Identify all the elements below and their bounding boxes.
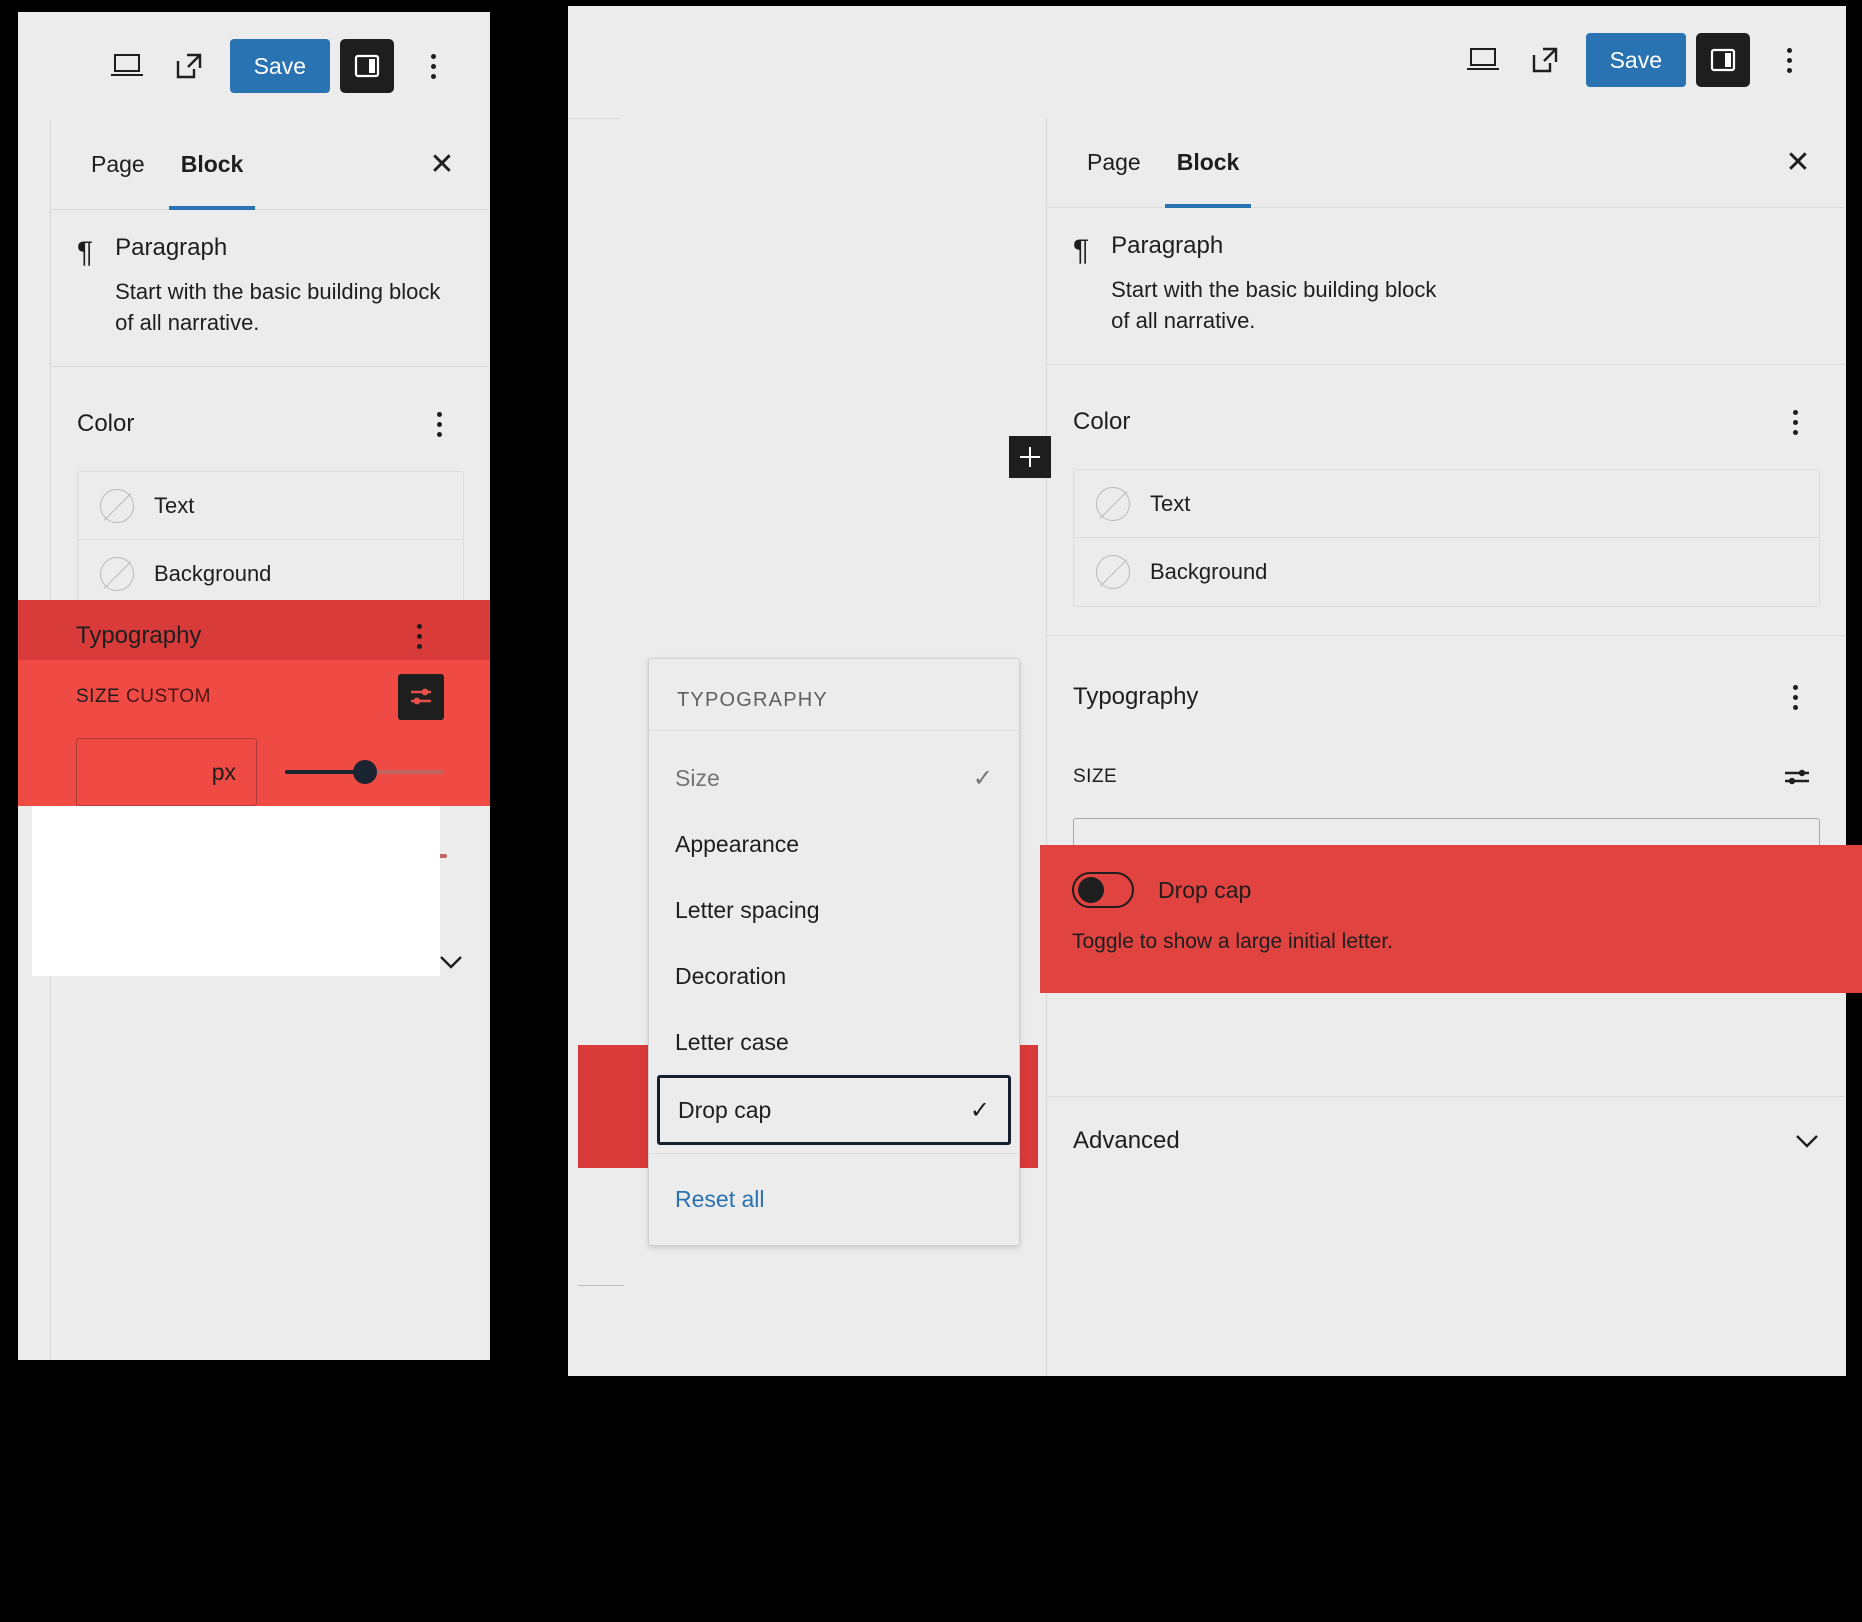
external-link-icon[interactable] xyxy=(1514,29,1576,91)
popover-item-appearance[interactable]: Appearance xyxy=(649,811,1019,877)
color-options-list: Text Background xyxy=(77,471,464,610)
chevron-down-icon xyxy=(1796,1135,1818,1149)
paragraph-pilcrow-icon: ¶ xyxy=(77,236,94,269)
typography-options-kebab-icon[interactable] xyxy=(394,607,444,665)
kebab-menu-icon[interactable] xyxy=(408,37,458,95)
color-section: Color Text Background xyxy=(51,367,490,639)
inspector-tabs: Page Block ✕ xyxy=(1047,118,1846,208)
tab-block[interactable]: Block xyxy=(163,120,262,210)
empty-swatch-icon xyxy=(1096,486,1130,521)
block-summary: ¶ Paragraph Start with the basic buildin… xyxy=(51,210,490,368)
tab-page[interactable]: Page xyxy=(73,120,163,209)
size-label-overlay: SIZE CUSTOM xyxy=(76,686,211,707)
popover-item-size[interactable]: Size ✓ xyxy=(649,745,1019,811)
drop-cap-control: Drop cap Toggle to show a large initial … xyxy=(1072,872,1832,954)
color-row-text[interactable]: Text xyxy=(1074,470,1819,539)
check-icon: ✓ xyxy=(972,764,993,792)
drop-cap-help-text: Toggle to show a large initial letter. xyxy=(1072,930,1394,953)
check-icon: ✓ xyxy=(969,1096,990,1124)
sidebar-toggle-icon[interactable] xyxy=(1696,33,1750,87)
sliders-icon[interactable] xyxy=(398,674,444,720)
inspector-tabs: Page Block ✕ xyxy=(51,120,490,210)
color-row-background[interactable]: Background xyxy=(78,540,463,608)
empty-swatch-icon xyxy=(1096,555,1130,590)
sidebar-toggle-icon[interactable] xyxy=(340,39,394,93)
size-label: SIZE xyxy=(1073,766,1118,788)
drop-cap-label: Drop cap xyxy=(1158,876,1252,903)
color-section-title: Color xyxy=(1073,408,1131,436)
tab-page[interactable]: Page xyxy=(1069,118,1159,207)
typography-title-overlay: Typography xyxy=(76,622,202,649)
typography-options-kebab-icon[interactable] xyxy=(1770,668,1820,726)
block-title: Paragraph xyxy=(1111,232,1224,259)
canvas-edge-line-bottom xyxy=(578,1285,624,1286)
color-row-background[interactable]: Background xyxy=(1074,538,1819,606)
empty-swatch-icon xyxy=(100,557,134,592)
block-title: Paragraph xyxy=(115,234,228,261)
block-description: Start with the basic building block of a… xyxy=(115,279,441,336)
color-section: Color Text Background xyxy=(1047,365,1846,637)
laptop-icon[interactable] xyxy=(1452,29,1514,91)
sliders-icon[interactable] xyxy=(1774,754,1820,800)
left-panel-white-fill xyxy=(32,806,440,976)
typography-section-title: Typography xyxy=(1073,683,1199,711)
popover-title: TYPOGRAPHY xyxy=(677,689,828,711)
tab-block[interactable]: Block xyxy=(1159,118,1258,208)
popover-item-drop-cap[interactable]: Drop cap ✓ xyxy=(657,1075,1011,1145)
color-row-label: Background xyxy=(154,561,272,587)
color-section-title: Color xyxy=(77,410,135,438)
left-toolbar: Save xyxy=(18,12,490,120)
color-row-label: Text xyxy=(1150,490,1191,516)
kebab-menu-icon[interactable] xyxy=(1764,31,1814,89)
font-size-slider[interactable] xyxy=(285,760,444,784)
canvas-edge-line xyxy=(568,118,620,119)
drop-cap-toggle[interactable] xyxy=(1072,872,1134,908)
color-row-label: Text xyxy=(154,492,195,518)
typography-overlay-content: Typography SIZE CUSTOM px xyxy=(50,612,470,806)
color-row-label: Background xyxy=(1150,559,1268,585)
color-options-kebab-icon[interactable] xyxy=(1770,393,1820,451)
right-toolbar: Save xyxy=(568,6,1846,114)
laptop-icon[interactable] xyxy=(96,35,158,97)
chevron-down-icon xyxy=(440,956,462,970)
close-icon[interactable]: ✕ xyxy=(1772,137,1824,189)
save-button[interactable]: Save xyxy=(1585,33,1686,87)
empty-swatch-icon xyxy=(100,488,134,523)
external-link-icon[interactable] xyxy=(158,35,220,97)
typography-tools-popover: TYPOGRAPHY Size ✓ Appearance Letter spac… xyxy=(648,658,1020,1246)
plus-icon[interactable] xyxy=(1009,436,1051,478)
block-summary: ¶ Paragraph Start with the basic buildin… xyxy=(1047,208,1846,366)
right-inspector: Page Block ✕ ¶ Paragraph Start with the … xyxy=(1046,118,1846,1376)
screenshot-root: Save Page Block ✕ ¶ Paragraph Start with… xyxy=(0,0,1862,1622)
block-description: Start with the basic building block of a… xyxy=(1111,277,1437,334)
popover-footer: Reset all xyxy=(649,1153,1019,1245)
save-button[interactable]: Save xyxy=(229,39,330,93)
advanced-label: Advanced xyxy=(1073,1127,1180,1155)
color-row-text[interactable]: Text xyxy=(78,472,463,541)
popover-item-letter-spacing[interactable]: Letter spacing xyxy=(649,877,1019,943)
color-options-list: Text Background xyxy=(1073,469,1820,608)
popover-item-decoration[interactable]: Decoration xyxy=(649,943,1019,1009)
advanced-section-toggle[interactable]: Advanced xyxy=(1047,1096,1846,1185)
font-size-input[interactable]: px xyxy=(76,738,257,806)
popover-item-letter-case[interactable]: Letter case xyxy=(649,1009,1019,1075)
reset-all-button[interactable]: Reset all xyxy=(675,1186,764,1213)
paragraph-pilcrow-icon: ¶ xyxy=(1073,234,1090,267)
close-icon[interactable]: ✕ xyxy=(416,139,468,191)
color-options-kebab-icon[interactable] xyxy=(414,395,464,453)
